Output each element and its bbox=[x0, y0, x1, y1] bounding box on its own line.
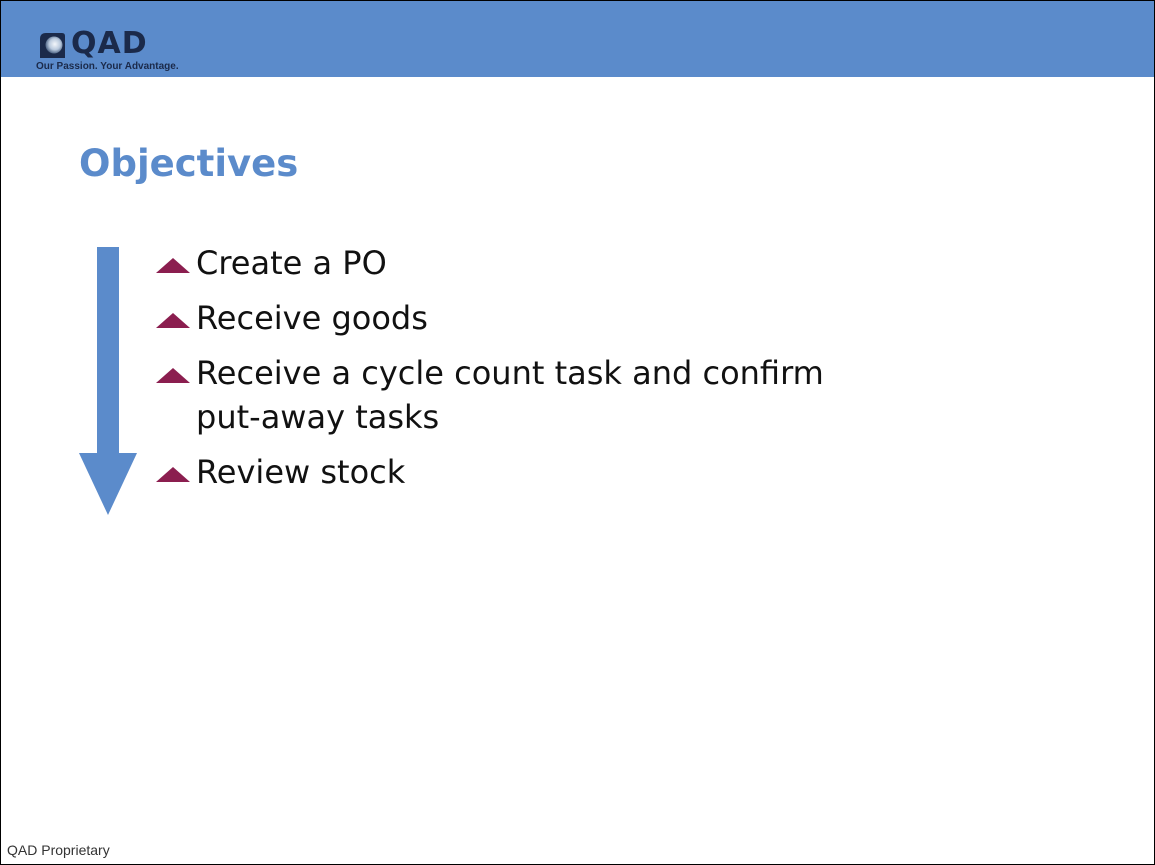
logo-wordmark: QAD bbox=[71, 26, 148, 61]
list-item: Create a PO bbox=[153, 241, 836, 285]
qad-logo: QAD Our Passion. Your Advantage. bbox=[36, 21, 206, 72]
list-item: Receive a cycle count task and confirm p… bbox=[153, 351, 836, 439]
qad-logo-mark-icon bbox=[40, 33, 65, 58]
triangle-bullet-icon bbox=[156, 313, 190, 328]
list-item-text: Create a PO bbox=[196, 244, 387, 282]
triangle-bullet-icon bbox=[156, 258, 190, 273]
slide-title: Objectives bbox=[79, 142, 299, 185]
list-item-text: Receive goods bbox=[196, 299, 428, 337]
slide: QAD Our Passion. Your Advantage. Objecti… bbox=[0, 0, 1155, 865]
logo-tagline: Our Passion. Your Advantage. bbox=[36, 61, 179, 72]
footer-proprietary: QAD Proprietary bbox=[7, 842, 110, 858]
triangle-bullet-icon bbox=[156, 368, 190, 383]
list-item-text: Receive a cycle count task and confirm p… bbox=[196, 354, 824, 436]
list-item-text: Review stock bbox=[196, 453, 406, 491]
down-arrow-icon bbox=[79, 247, 137, 515]
objectives-list: Create a PO Receive goods Receive a cycl… bbox=[153, 241, 836, 505]
triangle-bullet-icon bbox=[156, 467, 190, 482]
list-item: Receive goods bbox=[153, 296, 836, 340]
list-item: Review stock bbox=[153, 450, 836, 494]
header-band: QAD Our Passion. Your Advantage. bbox=[1, 1, 1154, 77]
